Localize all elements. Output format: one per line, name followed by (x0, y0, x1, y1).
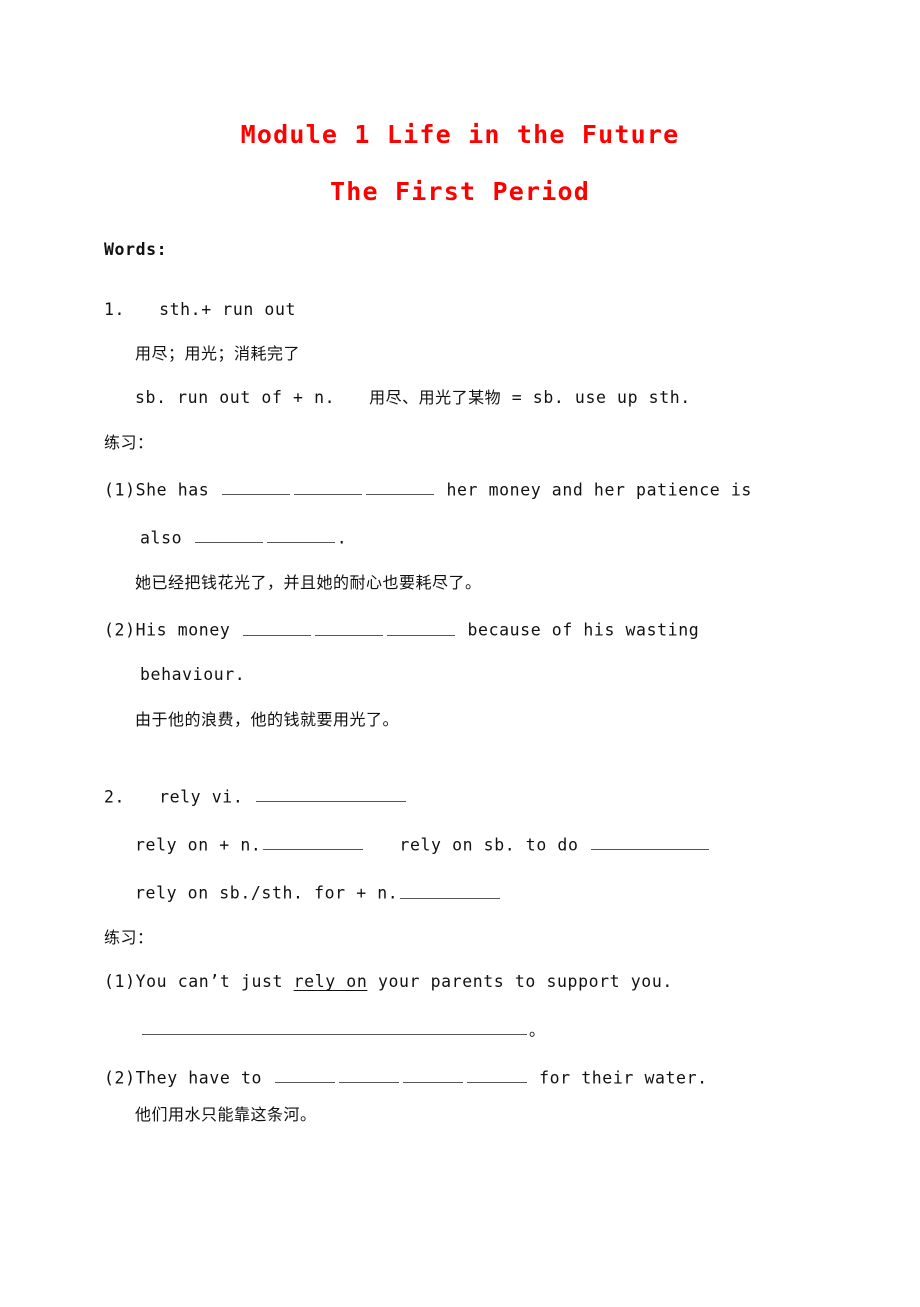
entry-2-pattern-1: rely on + n. (135, 835, 262, 855)
entry-1-number: 1. (104, 299, 126, 319)
answer-blank[interactable] (242, 619, 311, 636)
entry-2-item-2-text-a: They have to (135, 1068, 263, 1088)
entry-2-item-1-text-a: You can’t just (135, 972, 284, 992)
entry-2-item-2-text-b: for their water. (539, 1068, 708, 1088)
answer-blank[interactable] (293, 479, 362, 496)
definition-blank[interactable] (591, 834, 710, 851)
answer-blank[interactable] (402, 1067, 463, 1084)
entry-2-practice-label: 练习： (104, 928, 154, 948)
entry-1-item-1-translation: 她已经把钱花光了，并且她的耐心也要耗尽了。 (135, 572, 482, 592)
definition-blank[interactable] (255, 786, 406, 803)
entry-1-meaning: 用尽；用光；消耗完了 (135, 344, 301, 363)
entry-2-item-2-line-1: (2)They have to for their water. (104, 1067, 860, 1087)
answer-blank[interactable] (221, 479, 290, 496)
answer-blank[interactable] (386, 619, 455, 636)
entry-2-item-1-text-b: your parents to support you. (377, 972, 673, 992)
section-heading-words: Words: (104, 240, 168, 259)
entry-2-pattern-1-line: rely on + n. rely on sb. to do (104, 834, 860, 854)
entry-2-item-2-marker: (2) (104, 1068, 136, 1088)
definition-blank[interactable] (263, 834, 364, 851)
entry-2-pattern-2: rely on sb. to do (399, 835, 579, 855)
page-title: Module 1 Life in the Future (240, 120, 680, 149)
document-body: Words: 1. sth.+ run out 用尽；用光；消耗完了 sb. ru… (0, 240, 920, 1124)
answer-blank[interactable] (274, 1067, 335, 1084)
entry-1-item-2-translation: 由于他的浪费，他的钱就要用光了。 (135, 709, 400, 729)
entry-1-item-1-line-2: also . (104, 527, 860, 547)
entry-1-item-2-line-1: (2)His money because of his wasting (104, 619, 860, 639)
entry-1-usage: sb. run out of + n. (135, 388, 336, 407)
entry-2-headword: rely vi. (159, 787, 244, 807)
entry-1-item-1-line-1: (1)She has her money and her patience is (104, 479, 860, 499)
entry-2-item-1-marker: (1) (104, 972, 136, 992)
entry-2-number: 2. (104, 787, 126, 807)
answer-blank[interactable] (365, 479, 434, 496)
answer-blank[interactable] (338, 1067, 399, 1084)
entry-1-usage-cn: 用尽、用光了某物 (369, 388, 502, 407)
entry-1-item-1-text-b: her money and her patience is (446, 480, 752, 500)
entry-1-item-1-marker: (1) (104, 480, 136, 500)
entry-1-headword-line: 1. sth.+ run out (104, 299, 860, 319)
entry-1-item-2-text-b: because of his wasting (467, 620, 700, 640)
entry-2-pattern-3-line: rely on sb./sth. for + n. (104, 882, 860, 902)
entry-1-item-2-text-a: His money (135, 620, 231, 640)
entry-1-practice-label: 练习： (104, 432, 154, 452)
entry-1-usage-equals: = sb. use up sth. (511, 388, 691, 407)
answer-blank[interactable] (194, 527, 263, 544)
translation-answer-blank[interactable] (142, 1019, 527, 1036)
entry-1-headword: sth.+ run out (159, 299, 297, 319)
answer-blank[interactable] (266, 527, 335, 544)
definition-blank[interactable] (400, 882, 501, 899)
entry-1-item-2-marker: (2) (104, 620, 136, 640)
entry-2-item-1-underlined-phrase: rely on (293, 972, 368, 992)
document-page: Module 1 Life in the Future The First Pe… (0, 0, 920, 1307)
entry-2-item-1-answer-line: 。 (104, 1019, 860, 1039)
entry-1-item-1-text-a: She has (135, 480, 210, 500)
entry-2-headword-line: 2. rely vi. (104, 786, 860, 806)
entry-1-usage-line: sb. run out of + n. 用尽、用光了某物 = sb. use up… (104, 388, 860, 407)
answer-blank[interactable] (466, 1067, 527, 1084)
entry-2-item-1-line-1: (1)You can’t just rely on your parents t… (104, 972, 860, 992)
entry-2-item-1-period: 。 (529, 1020, 546, 1040)
entry-1-item-1-text-d: . (336, 528, 348, 548)
entry-1-item-2-line-2: behaviour. (140, 665, 246, 685)
entry-1-item-1-text-c: also (140, 528, 183, 548)
page-subtitle: The First Period (329, 177, 591, 206)
entry-2-item-2-translation: 他们用水只能靠这条河。 (135, 1104, 317, 1124)
entry-2-pattern-3: rely on sb./sth. for + n. (135, 883, 399, 903)
answer-blank[interactable] (314, 619, 383, 636)
